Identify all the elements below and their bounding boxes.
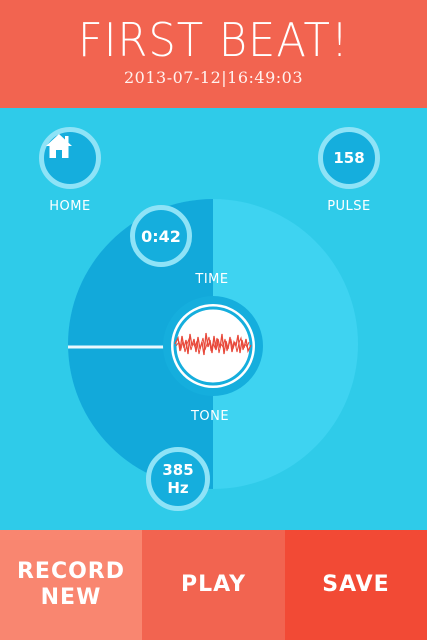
recording-timestamp: 2013-07-12|16:49:03 <box>124 68 303 87</box>
footer-bar: RECORD NEW PLAY SAVE <box>0 530 427 640</box>
pulse-value: 158 <box>333 149 365 167</box>
time-label: TIME <box>195 272 229 287</box>
time-value: 0:42 <box>141 226 181 246</box>
save-button[interactable]: SAVE <box>285 530 427 640</box>
home-icon <box>46 134 72 158</box>
record-new-label-line2: NEW <box>40 585 102 610</box>
tone-value: 385 <box>162 461 194 479</box>
home-button[interactable] <box>39 127 101 189</box>
tone-knob[interactable]: 385 Hz <box>146 447 210 511</box>
save-label: SAVE <box>322 572 390 597</box>
tone-label: TONE <box>190 409 230 424</box>
app-title: FIRST BEAT! <box>77 13 350 67</box>
home-label: HOME <box>49 199 91 214</box>
header-bar: FIRST BEAT! 2013-07-12|16:49:03 <box>0 0 427 108</box>
time-knob[interactable]: 0:42 <box>130 205 192 267</box>
record-new-label-line1: RECORD <box>16 559 126 584</box>
play-label: PLAY <box>181 572 246 597</box>
play-button[interactable]: PLAY <box>142 530 285 640</box>
pulse-label: PULSE <box>327 199 371 214</box>
tone-unit: Hz <box>167 479 189 497</box>
record-new-button[interactable]: RECORD NEW <box>0 530 142 640</box>
dial-stage: HOME 158 PULSE 0:42 TIME TONE 385 Hz <box>0 108 427 530</box>
pulse-button[interactable]: 158 <box>318 127 380 189</box>
